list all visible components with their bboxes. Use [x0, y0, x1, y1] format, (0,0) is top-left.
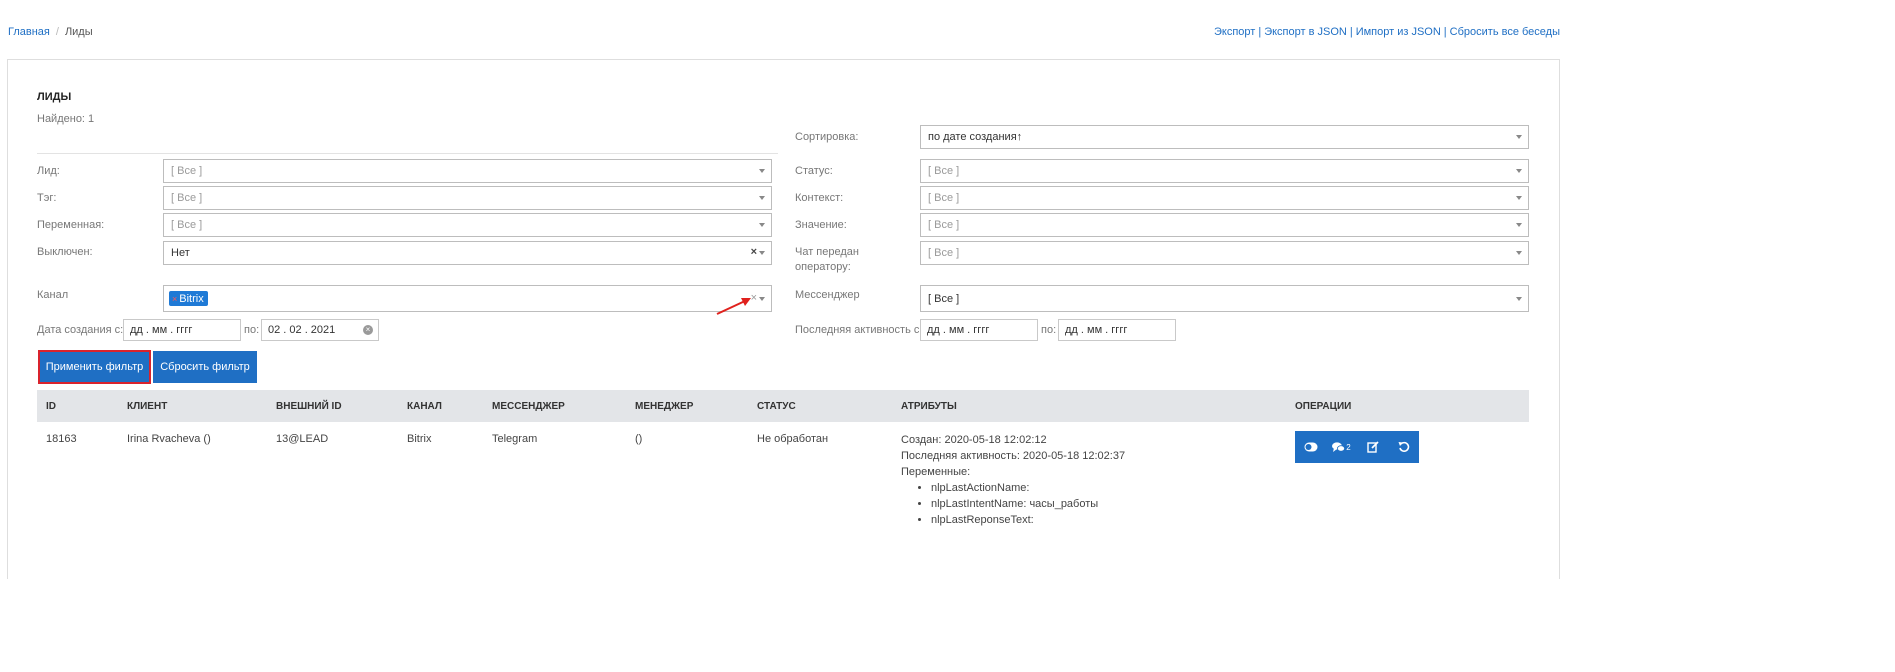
col-external-id: ВНЕШНИЙ ID: [276, 401, 342, 412]
breadcrumb: Главная / Лиды: [8, 26, 93, 38]
cell-external-id: 13@LEAD: [276, 433, 329, 445]
breadcrumb-home-link[interactable]: Главная: [8, 26, 50, 38]
comments-icon: [1332, 441, 1346, 452]
annotation-arrow-icon: [716, 298, 751, 315]
variables-list: nlpLastActionName: nlpLastIntentName: ча…: [901, 480, 1125, 528]
lead-label: Лид:: [37, 165, 60, 177]
disabled-select[interactable]: Нет ×: [163, 241, 772, 265]
lead-select[interactable]: [ Все ]: [163, 159, 772, 183]
chevron-down-icon: [759, 169, 765, 173]
created-from-input[interactable]: дд . мм . гггг: [123, 319, 241, 341]
col-messenger: МЕССЕНДЖЕР: [492, 401, 565, 412]
col-client: КЛИЕНТ: [127, 401, 168, 412]
col-operations: ОПЕРАЦИИ: [1295, 401, 1352, 412]
cell-manager: (): [635, 433, 643, 445]
edit-button[interactable]: [1357, 431, 1388, 463]
found-count: Найдено: 1: [37, 113, 95, 125]
activity-to-input[interactable]: дд . мм . гггг: [1058, 319, 1176, 341]
variable-label: Переменная:: [37, 219, 105, 231]
channel-label: Канал: [37, 289, 69, 301]
sort-select[interactable]: по дате создания↑: [920, 125, 1529, 149]
chevron-down-icon: [1516, 297, 1522, 301]
reset-filter-button[interactable]: Сбросить фильтр: [153, 351, 257, 383]
chevron-down-icon: [1516, 251, 1522, 255]
cell-status: Не обработан: [757, 433, 829, 445]
value-label: Значение:: [795, 219, 847, 231]
variable-select[interactable]: [ Все ]: [163, 213, 772, 237]
cell-channel: Bitrix: [407, 433, 432, 445]
value-select[interactable]: [ Все ]: [920, 213, 1529, 237]
chevron-down-icon: [759, 251, 765, 255]
activity-from-input[interactable]: дд . мм . гггг: [920, 319, 1038, 341]
created-to-label: по:: [244, 324, 260, 336]
list-item: nlpLastIntentName: часы_работы: [931, 496, 1125, 512]
col-id: ID: [46, 401, 56, 412]
operations-group: 2: [1295, 431, 1419, 463]
chevron-down-icon: [759, 196, 765, 200]
cell-client: Irina Rvacheva (): [127, 433, 211, 445]
col-status: СТАТУС: [757, 401, 796, 412]
toggle-icon: [1304, 442, 1317, 452]
created-to-input[interactable]: 02 . 02 . 2021 ×: [261, 319, 379, 341]
remove-tag-icon[interactable]: ×: [172, 294, 177, 304]
cell-messenger: Telegram: [492, 433, 538, 445]
page-title: ЛИДЫ: [37, 91, 72, 103]
chevron-down-icon: [759, 297, 765, 301]
col-channel: КАНАЛ: [407, 401, 442, 412]
chevron-down-icon: [1516, 135, 1522, 139]
chat-count-badge: 2: [1346, 442, 1351, 452]
context-label: Контекст:: [795, 192, 844, 204]
activity-to-label: по:: [1041, 324, 1057, 336]
tag-select[interactable]: [ Все ]: [163, 186, 772, 210]
created-from-label: Дата создания с:: [37, 324, 124, 336]
operator-label: Чат передан оператору:: [795, 246, 859, 273]
chevron-down-icon: [1516, 196, 1522, 200]
status-select[interactable]: [ Все ]: [920, 159, 1529, 183]
operator-select[interactable]: [ Все ]: [920, 241, 1529, 265]
context-select[interactable]: [ Все ]: [920, 186, 1529, 210]
chevron-down-icon: [759, 223, 765, 227]
list-item: nlpLastReponseText:: [931, 512, 1125, 528]
breadcrumb-separator: /: [55, 26, 59, 38]
divider: [37, 153, 778, 154]
toggle-button[interactable]: [1295, 431, 1326, 463]
clear-icon[interactable]: ×: [751, 246, 757, 258]
table-header: ID КЛИЕНТ ВНЕШНИЙ ID КАНАЛ МЕССЕНДЖЕР МЕ…: [37, 390, 1529, 422]
clear-date-icon[interactable]: ×: [363, 325, 373, 335]
status-label: Статус:: [795, 165, 833, 177]
edit-icon: [1366, 441, 1379, 453]
sort-value: по дате создания↑: [928, 131, 1023, 143]
undo-icon: [1398, 441, 1409, 452]
chevron-down-icon: [1516, 223, 1522, 227]
export-link[interactable]: Экспорт: [1214, 26, 1255, 38]
list-item: nlpLastActionName:: [931, 480, 1125, 496]
reset-chats-link[interactable]: Сбросить все беседы: [1450, 26, 1560, 38]
cell-attributes: Создан: 2020-05-18 12:02:12 Последняя ак…: [901, 432, 1125, 528]
export-json-link[interactable]: Экспорт в JSON: [1264, 26, 1347, 38]
col-manager: МЕНЕДЖЕР: [635, 401, 694, 412]
messenger-label: Мессенджер: [795, 289, 860, 301]
chats-button[interactable]: 2: [1326, 431, 1357, 463]
apply-filter-button[interactable]: Применить фильтр: [38, 350, 151, 384]
cell-id: 18163: [46, 433, 77, 445]
messenger-select[interactable]: [ Все ]: [920, 285, 1529, 312]
channel-select[interactable]: × Bitrix ×: [163, 285, 772, 312]
sort-label: Сортировка:: [795, 131, 859, 143]
import-json-link[interactable]: Импорт из JSON: [1356, 26, 1441, 38]
disabled-label: Выключен:: [37, 246, 93, 258]
top-links: Экспорт | Экспорт в JSON | Импорт из JSON | Сб…: [1214, 26, 1560, 38]
chevron-down-icon: [1516, 169, 1522, 173]
activity-from-label: Последняя активность с:: [795, 324, 923, 336]
tag-label: Тэг:: [37, 192, 57, 204]
channel-tag: × Bitrix: [169, 291, 208, 306]
col-attributes: АТРИБУТЫ: [901, 401, 957, 412]
breadcrumb-current: Лиды: [64, 26, 93, 38]
reset-button[interactable]: [1388, 431, 1419, 463]
